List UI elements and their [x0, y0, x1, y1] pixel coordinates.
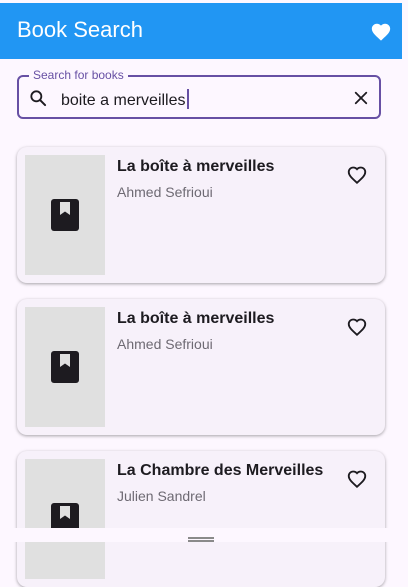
search-field[interactable]: Search for books boite a merveilles: [17, 68, 381, 119]
book-author: Ahmed Sefrioui: [117, 336, 213, 352]
heart-outline-icon[interactable]: [346, 316, 368, 338]
search-label: Search for books: [29, 68, 128, 82]
book-card[interactable]: La boîte à merveilles Ahmed Sefrioui: [17, 299, 385, 435]
drag-handle[interactable]: [188, 540, 214, 542]
search-icon: [30, 90, 47, 107]
book-card[interactable]: La Chambre des Merveilles Julien Sandrel: [17, 451, 385, 587]
book-title: La boîte à merveilles: [117, 158, 275, 175]
book-author: Ahmed Sefrioui: [117, 184, 213, 200]
heart-icon[interactable]: [370, 21, 392, 43]
text-caret: [186, 89, 189, 109]
book-title: La boîte à merveilles: [117, 310, 275, 327]
heart-outline-icon[interactable]: [346, 164, 368, 186]
search-input-value: boite a merveilles: [61, 92, 186, 109]
close-icon[interactable]: [352, 89, 370, 107]
drag-handle[interactable]: [188, 537, 214, 539]
heart-outline-icon[interactable]: [346, 468, 368, 490]
book-icon: [51, 351, 79, 383]
book-title: La Chambre des Merveilles: [117, 462, 324, 479]
book-card[interactable]: La boîte à merveilles Ahmed Sefrioui: [17, 147, 385, 283]
book-cover: [25, 459, 105, 579]
book-cover: [25, 307, 105, 427]
app-title: Book Search: [17, 17, 143, 42]
book-author: Julien Sandrel: [117, 488, 206, 504]
app-bar: Book Search: [0, 3, 402, 59]
search-input[interactable]: boite a merveilles: [61, 89, 189, 110]
bottom-sheet-handle-area: [0, 528, 408, 542]
book-cover: [25, 155, 105, 275]
book-icon: [51, 199, 79, 231]
